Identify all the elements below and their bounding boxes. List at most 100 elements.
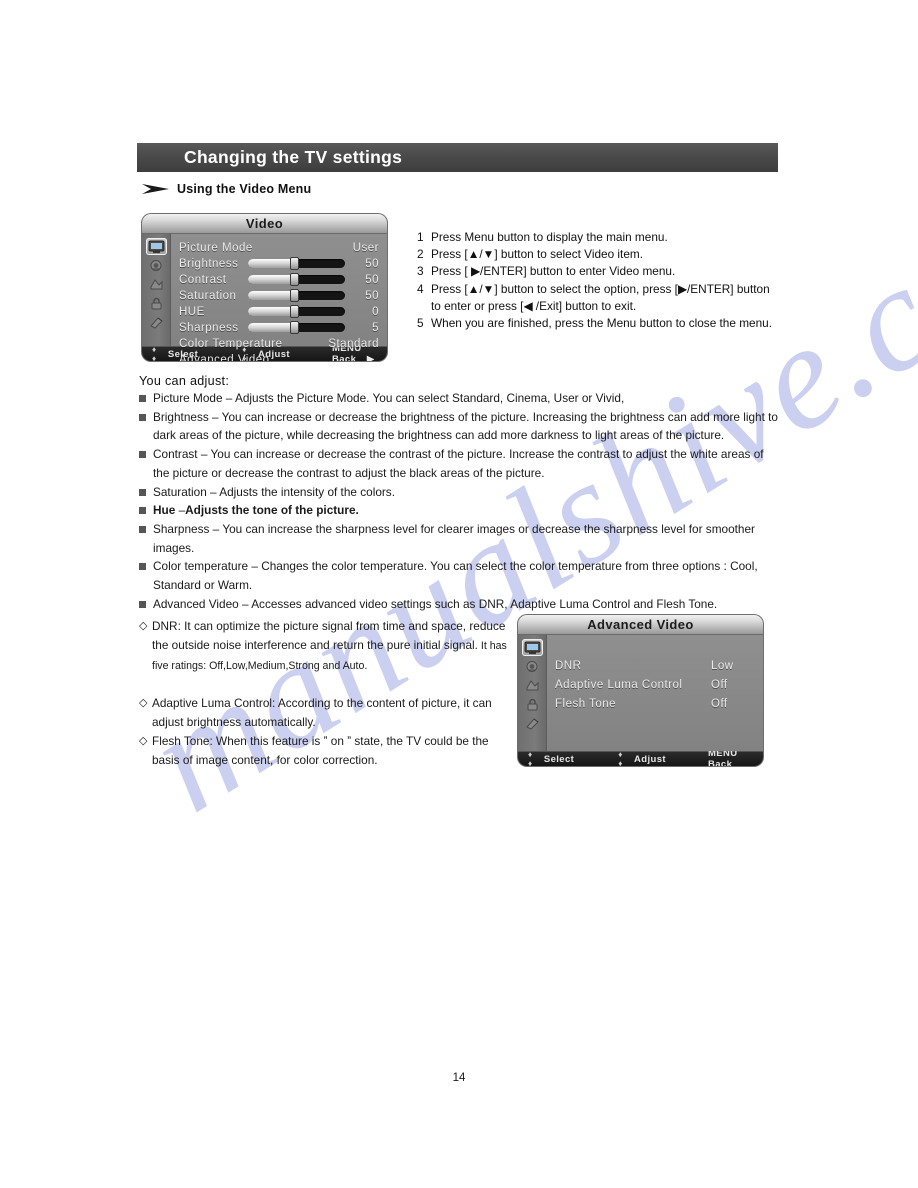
advanced-osd-title: Advanced Video bbox=[587, 617, 694, 632]
video-osd-title: Video bbox=[245, 216, 284, 231]
video-menu-slider[interactable] bbox=[248, 305, 345, 318]
slider-knob[interactable] bbox=[289, 321, 299, 334]
video-menu-row[interactable]: Contrast 50 bbox=[179, 272, 379, 287]
video-menu-row-value: 50 bbox=[365, 257, 379, 270]
step-text: Press [▲/▼] button to select the option,… bbox=[431, 281, 770, 313]
settings-icon[interactable] bbox=[522, 677, 543, 694]
advanced-menu-row[interactable]: Flesh Tone Off bbox=[555, 695, 755, 712]
adjustable-setting-item: Color temperature – Changes the color te… bbox=[139, 557, 782, 594]
video-menu-row[interactable]: HUE 0 bbox=[179, 304, 379, 319]
picture-icon[interactable] bbox=[521, 639, 543, 656]
advanced-footer-select[interactable]: ♦ ♦ Select bbox=[528, 750, 574, 766]
setting-title: Saturation bbox=[153, 484, 207, 499]
video-menu-row[interactable]: Sharpness 5 bbox=[179, 320, 379, 335]
setting-dash: – bbox=[222, 391, 235, 405]
square-bullet-icon bbox=[139, 525, 153, 557]
submenu-arrow-icon[interactable]: ▶ bbox=[367, 354, 375, 361]
video-menu-row-value: 50 bbox=[365, 273, 379, 286]
adjustable-setting-item: Hue –Adjusts the tone of the picture. bbox=[139, 501, 782, 520]
advanced-menu-row[interactable]: DNR Low bbox=[555, 657, 755, 674]
advanced-menu-row-value: Low bbox=[711, 659, 734, 672]
setting-dash: – bbox=[197, 447, 211, 462]
video-menu-row[interactable]: Brightness 50 bbox=[179, 256, 379, 271]
video-menu-row-label: Advanced Video bbox=[179, 353, 270, 362]
step-number: 3 bbox=[417, 264, 424, 279]
subsection-header: Using the Video Menu bbox=[142, 182, 311, 196]
video-menu-row-label: Saturation bbox=[179, 289, 237, 302]
adjustable-setting-item: Contrast – You can increase or decrease … bbox=[139, 445, 782, 482]
advanced-menu-row[interactable]: Adaptive Luma Control Off bbox=[555, 676, 755, 693]
settings-icon[interactable] bbox=[146, 276, 167, 293]
setting-description: You can increase the sharpness level for… bbox=[153, 521, 755, 555]
audio-icon[interactable] bbox=[146, 257, 167, 274]
setting-dash: – bbox=[175, 503, 186, 518]
video-menu-slider[interactable] bbox=[248, 257, 345, 270]
note-text: DNR: It can optimize the picture signal … bbox=[152, 617, 511, 676]
slider-fill bbox=[248, 291, 294, 300]
manual-page: Changing the TV settings Using the Video… bbox=[0, 0, 918, 1188]
video-menu-row[interactable]: Picture Mode User bbox=[179, 240, 379, 255]
picture-icon[interactable] bbox=[145, 238, 167, 255]
setup-icon[interactable] bbox=[522, 715, 543, 732]
adjustable-setting-item: Sharpness – You can increase the sharpne… bbox=[139, 520, 782, 557]
square-bullet-icon bbox=[139, 507, 153, 520]
video-osd-sidebar[interactable] bbox=[142, 234, 171, 346]
video-osd-menu[interactable]: Video Picture Mode User Brightness 50 Co… bbox=[142, 214, 387, 361]
advanced-footer-adjust[interactable]: ♦ ♦ Adjust bbox=[618, 750, 666, 766]
setup-icon[interactable] bbox=[146, 314, 167, 331]
advanced-video-osd-menu[interactable]: Advanced Video DNR Low Adaptive Luma Con… bbox=[518, 615, 763, 766]
setting-description: Accesses advanced video settings such as… bbox=[251, 596, 718, 611]
instruction-step: 1 Press Menu button to display the main m… bbox=[417, 229, 782, 246]
advanced-osd-titlebar: Advanced Video bbox=[518, 615, 763, 635]
slider-fill bbox=[248, 307, 294, 316]
slider-knob[interactable] bbox=[289, 257, 299, 270]
diamond-bullet-icon: ◇ bbox=[139, 735, 148, 747]
diamond-bullet-icon: ◇ bbox=[139, 620, 148, 632]
adjustable-setting-item: Saturation – Adjusts the intensity of th… bbox=[139, 483, 782, 502]
setting-description: Adjusts the tone of the picture. bbox=[185, 503, 359, 518]
video-menu-row[interactable]: Saturation 50 bbox=[179, 288, 379, 303]
step-number: 5 bbox=[417, 316, 424, 331]
advanced-osd-footer: ♦ ♦ Select ♦ ♦ Adjust MENU Back bbox=[518, 748, 763, 766]
instruction-step: 2 Press [▲/▼] button to select Video item… bbox=[417, 246, 782, 263]
setting-description: You can increase or decrease the brightn… bbox=[153, 409, 778, 443]
video-menu-slider[interactable] bbox=[248, 289, 345, 302]
slider-fill bbox=[248, 275, 294, 284]
video-menu-row[interactable]: Color Temperature Standard bbox=[179, 336, 379, 351]
advanced-osd-sidebar[interactable] bbox=[518, 635, 547, 751]
setting-title: Advanced Video bbox=[153, 596, 239, 611]
video-menu-row-label: Sharpness bbox=[179, 321, 239, 334]
adjustable-setting-item: Brightness – You can increase or decreas… bbox=[139, 408, 782, 445]
setting-title: Contrast bbox=[153, 447, 198, 462]
square-bullet-icon bbox=[139, 563, 153, 594]
video-menu-slider[interactable] bbox=[248, 321, 345, 334]
setting-description: Adjusts the Picture Mode. You can select… bbox=[234, 391, 625, 405]
video-menu-row-value: User bbox=[352, 241, 379, 254]
video-menu-row[interactable]: Advanced Video ▶ bbox=[179, 352, 379, 362]
note-text: Flesh Tone: When this feature is ˮ on ˮ … bbox=[152, 732, 511, 770]
updown-keys-icon: ♦ ♦ bbox=[528, 750, 534, 766]
adjustable-setting-text: Color temperature – Changes the color te… bbox=[153, 557, 782, 594]
adjustable-settings-list: Picture Mode – Adjusts the Picture Mode.… bbox=[139, 389, 782, 613]
advanced-menu-row-label: Flesh Tone bbox=[555, 697, 617, 710]
lock-icon[interactable] bbox=[146, 295, 167, 312]
step-text: Press [ ▶/ENTER] button to enter Video m… bbox=[431, 264, 676, 279]
lock-icon[interactable] bbox=[522, 696, 543, 713]
video-menu-row-label: Contrast bbox=[179, 273, 227, 286]
video-menu-slider[interactable] bbox=[248, 273, 345, 286]
note-text: Adaptive Luma Control: According to the … bbox=[152, 694, 511, 732]
video-menu-row-label: HUE bbox=[179, 305, 205, 318]
setting-dash: – bbox=[248, 559, 262, 574]
video-menu-row-label: Brightness bbox=[179, 257, 239, 270]
audio-icon[interactable] bbox=[522, 658, 543, 675]
advanced-video-note: ◇ Adaptive Luma Control: According to the… bbox=[139, 694, 511, 732]
step-text: When you are finished, press the Menu bu… bbox=[431, 316, 772, 331]
adjustable-setting-item: Advanced Video – Accesses advanced video… bbox=[139, 595, 782, 614]
you-can-adjust-heading: You can adjust: bbox=[139, 374, 230, 388]
instruction-steps: 1 Press Menu button to display the main m… bbox=[417, 229, 782, 332]
step-number: 1 bbox=[417, 230, 424, 244]
note-label: Adaptive Luma Control bbox=[152, 696, 273, 710]
slider-knob[interactable] bbox=[289, 305, 299, 318]
slider-knob[interactable] bbox=[289, 289, 299, 302]
slider-knob[interactable] bbox=[289, 273, 299, 286]
